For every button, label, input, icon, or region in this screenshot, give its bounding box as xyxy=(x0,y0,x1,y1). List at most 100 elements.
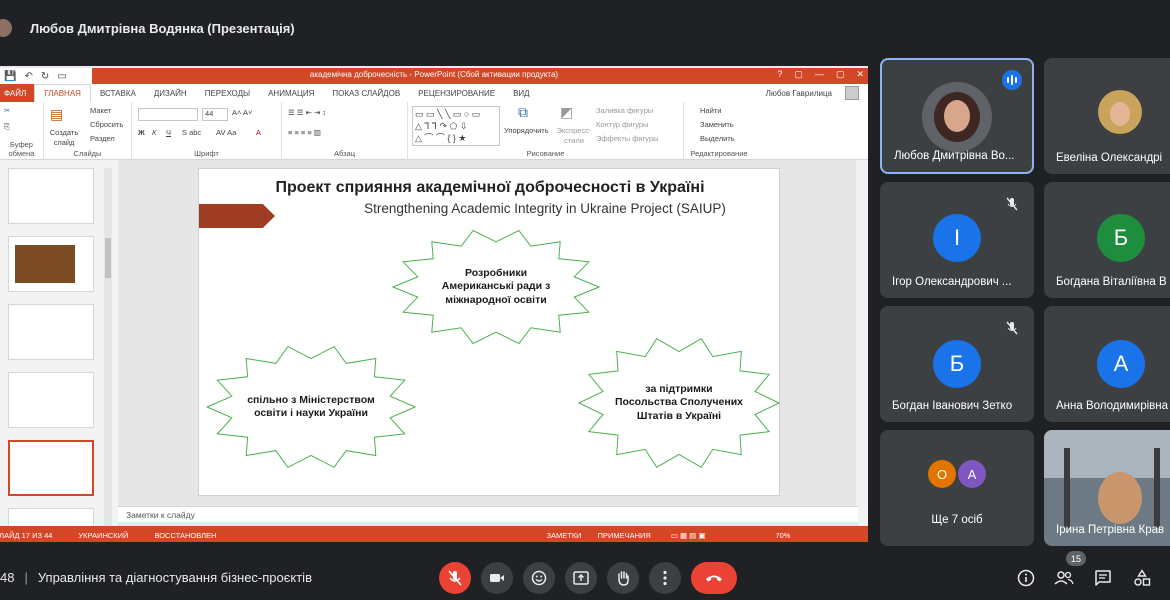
find-button[interactable]: Найти xyxy=(700,106,721,115)
more-options-button[interactable] xyxy=(649,562,681,594)
bold-icon[interactable]: Ж xyxy=(138,128,145,137)
slide-thumbnail[interactable] xyxy=(8,168,94,224)
recovery-state: ВОССТАНОВЛЕН xyxy=(154,530,217,540)
meeting-details-button[interactable] xyxy=(1016,568,1036,588)
participants-button[interactable] xyxy=(1054,568,1074,588)
section-button[interactable]: Раздел xyxy=(90,134,115,143)
tab-file[interactable]: ФАЙЛ xyxy=(0,84,35,102)
font-family-select[interactable] xyxy=(138,108,198,121)
thumbnail-scrollbar[interactable] xyxy=(104,168,112,528)
participant-tile[interactable]: І Ігор Олександрович ... xyxy=(880,182,1034,298)
raise-hand-button[interactable] xyxy=(607,562,639,594)
participant-tile[interactable]: Б Богдана Віталіївна В xyxy=(1044,182,1170,298)
cut-icon[interactable]: ✂ xyxy=(4,106,10,115)
font-size-select[interactable]: 44 xyxy=(202,108,228,121)
slide-subtitle: Strengthening Academic Integrity in Ukra… xyxy=(364,201,726,216)
participant-name: Ігор Олександрович ... xyxy=(892,276,1012,288)
copy-icon[interactable]: ⎘ xyxy=(4,122,10,132)
layout-button[interactable]: Макет xyxy=(90,106,111,115)
quick-styles-button[interactable]: Экспресс-стили xyxy=(554,126,594,146)
ribbon-tabs: ФАЙЛ ГЛАВНАЯ ВСТАВКА ДИЗАЙН ПЕРЕХОДЫ АНИ… xyxy=(0,84,868,102)
user-account[interactable]: Любов Гаврилица xyxy=(748,86,868,100)
slide-thumbnail[interactable] xyxy=(8,304,94,360)
chat-button[interactable] xyxy=(1093,568,1113,588)
participant-tile[interactable]: Б Богдан Іванович Зетко xyxy=(880,306,1034,422)
present-screen-icon xyxy=(573,571,589,585)
slide-thumbnails xyxy=(0,160,118,542)
tab-review[interactable]: РЕЦЕНЗИРОВАНИЕ xyxy=(409,89,504,98)
slides-group: ▤ Создать слайд Макет Сбросить Раздел Сл… xyxy=(44,102,132,160)
notes-toggle[interactable]: ЗАМЕТКИ xyxy=(546,531,581,540)
close-button[interactable]: ✕ xyxy=(856,69,864,80)
zoom-level[interactable]: 70% xyxy=(775,531,790,540)
ppt-window-title: академічна доброчесність - PowerPoint (С… xyxy=(309,70,559,79)
ribbon-options-button[interactable]: ▢ xyxy=(794,69,803,80)
shapes-gallery[interactable]: ▭ ▭ ╲ ╲ ▭ ○ ▭ △ ⅂ ⅂ ↷ ⬠ ⇩ △ ⌒ ⌒ { } ★ xyxy=(412,106,500,146)
notes-pane[interactable]: Заметки к слайду xyxy=(118,506,858,522)
activities-button[interactable] xyxy=(1132,568,1152,588)
quick-styles-icon[interactable]: ◩ xyxy=(560,104,573,121)
language-indicator[interactable]: УКРАИНСКИЙ xyxy=(78,531,128,540)
slide-title: Проект сприяння академічної доброчесност… xyxy=(275,179,705,196)
reactions-button[interactable] xyxy=(523,562,555,594)
present-button[interactable] xyxy=(565,562,597,594)
meeting-controls: 48 | Управління та діагностування бізнес-п… xyxy=(0,556,1170,600)
arrange-icon[interactable]: ⧉ xyxy=(518,104,528,121)
burst-top-text: Розробники Американські ради з міжнародн… xyxy=(441,267,551,306)
mic-toggle-button[interactable] xyxy=(439,562,471,594)
font-color-icon[interactable]: A xyxy=(256,128,261,137)
align-icon[interactable]: ≡ ≡ ≡ ≡ ▥ xyxy=(288,128,321,137)
new-slide-button[interactable]: Создать слайд xyxy=(47,128,81,148)
activities-icon xyxy=(1134,569,1151,586)
select-button[interactable]: Выделить xyxy=(700,134,735,143)
tab-transitions[interactable]: ПЕРЕХОДЫ xyxy=(196,89,259,98)
bullets-icon[interactable]: ☰ ☰ ⇤ ⇥ ↕ xyxy=(288,108,326,117)
participant-name: Анна Володимирівна xyxy=(1056,400,1169,412)
shape-effects-button[interactable]: Эффекты фигуры xyxy=(596,134,659,143)
shape-fill-button[interactable]: Заливка фигуры xyxy=(596,106,653,115)
reset-button[interactable]: Сбросить xyxy=(90,120,123,129)
drawing-label: Рисование xyxy=(526,149,565,158)
participant-name: Богдана Віталіївна В xyxy=(1056,276,1167,288)
strike-icon[interactable]: S abc xyxy=(182,128,201,137)
chat-icon xyxy=(1095,570,1111,586)
video-background xyxy=(1064,448,1070,528)
video-background xyxy=(1154,448,1160,528)
paragraph-group: ☰ ☰ ⇤ ⇥ ↕ ≡ ≡ ≡ ≡ ▥ Абзац xyxy=(282,102,408,160)
participant-tile[interactable]: Любов Дмитрівна Во... xyxy=(880,58,1034,174)
italic-icon[interactable]: К xyxy=(152,128,156,137)
new-slide-icon[interactable]: ▤ xyxy=(50,106,63,123)
tab-animation[interactable]: АНИМАЦИЯ xyxy=(259,89,323,98)
slide-thumbnail[interactable] xyxy=(8,236,94,292)
user-avatar xyxy=(845,86,859,100)
leave-call-button[interactable] xyxy=(691,562,737,594)
current-slide[interactable]: Проект сприяння академічної доброчесност… xyxy=(198,168,781,496)
tab-view[interactable]: ВИД xyxy=(504,89,539,98)
participant-tile[interactable]: Ірина Петрівна Крав xyxy=(1044,430,1170,546)
help-button[interactable]: ? xyxy=(777,69,782,80)
meeting-name: Управління та діагностування бізнес-проє… xyxy=(37,570,312,585)
tab-slideshow[interactable]: ПОКАЗ СЛАЙДОВ xyxy=(323,89,409,98)
grow-font-icon[interactable]: A˄ A˅ xyxy=(232,108,252,117)
canvas-scrollbar[interactable] xyxy=(856,160,868,506)
tab-insert[interactable]: ВСТАВКА xyxy=(91,89,145,98)
participant-tile[interactable]: А Анна Володимирівна xyxy=(1044,306,1170,422)
tab-design[interactable]: ДИЗАЙН xyxy=(145,89,196,98)
camera-toggle-button[interactable] xyxy=(481,562,513,594)
shape-outline-button[interactable]: Контур фигуры xyxy=(596,120,648,129)
comments-toggle[interactable]: ПРИМЕЧАНИЯ xyxy=(598,531,651,540)
underline-icon[interactable]: Ч xyxy=(166,128,171,137)
replace-button[interactable]: Заменить xyxy=(700,120,734,129)
arrange-button[interactable]: Упорядочить xyxy=(504,126,549,135)
maximize-button[interactable]: ▢ xyxy=(836,69,845,80)
avatar xyxy=(1098,90,1142,134)
participant-tile[interactable]: Евеліна Олександрі xyxy=(1044,58,1170,174)
more-participants-tile[interactable]: О А Ще 7 осіб xyxy=(880,430,1034,546)
tab-home[interactable]: ГЛАВНАЯ xyxy=(34,84,91,102)
slide-thumbnail-selected[interactable] xyxy=(8,440,94,496)
minimize-button[interactable]: — xyxy=(815,69,824,80)
spacing-icon[interactable]: AV Aa xyxy=(216,128,236,137)
view-buttons[interactable]: ▭ ▦ ▤ ▣ xyxy=(671,531,706,540)
slide-thumbnail[interactable] xyxy=(8,372,94,428)
hang-up-icon xyxy=(706,575,722,582)
